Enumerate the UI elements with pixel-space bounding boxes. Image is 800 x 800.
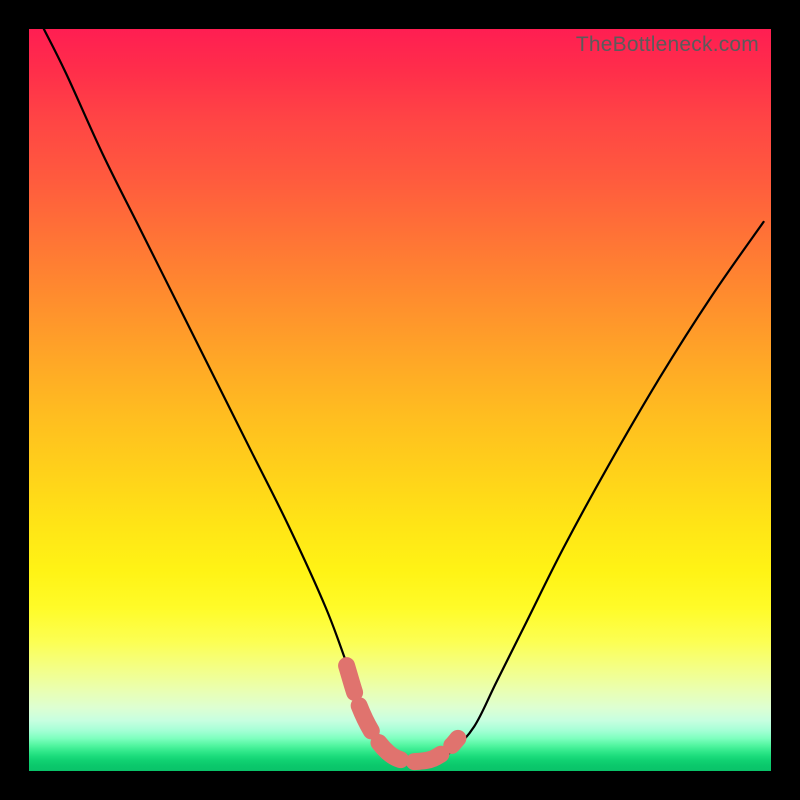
plot-area: TheBottleneck.com bbox=[29, 29, 771, 771]
optimal-zone-highlight bbox=[347, 666, 458, 762]
outer-frame: TheBottleneck.com bbox=[0, 0, 800, 800]
chart-svg bbox=[29, 29, 771, 771]
bottleneck-curve bbox=[44, 29, 764, 762]
